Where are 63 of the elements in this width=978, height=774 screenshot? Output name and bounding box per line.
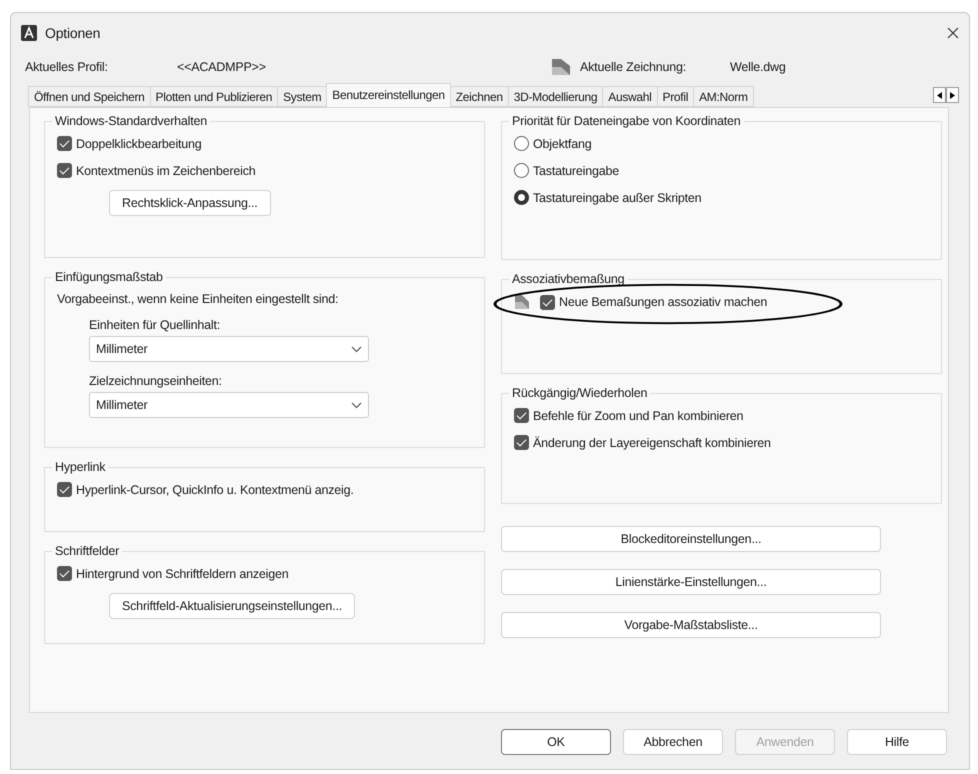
tab[interactable]: System xyxy=(277,86,328,107)
radio-button[interactable] xyxy=(514,136,529,151)
scroll-right-button[interactable] xyxy=(946,87,959,103)
settings-button[interactable]: Rechtsklick-Anpassung... xyxy=(109,190,271,216)
chevron-icon xyxy=(351,402,362,408)
group-title: Hyperlink xyxy=(54,460,106,474)
group-title: Assoziativbemaßung xyxy=(511,272,626,286)
close-icon[interactable] xyxy=(947,27,959,39)
radio-label: Tastatureingabe außer Skripten xyxy=(533,190,702,204)
right-arrow-icon xyxy=(950,92,955,98)
checkbox-label: Änderung der Layereigenschaft kombinieren xyxy=(533,436,771,450)
checkbox-label: Doppelklickbearbeitung xyxy=(76,136,202,150)
dialog-button[interactable]: Abbrechen xyxy=(623,729,723,755)
group-title: Einfügungsmaßstab xyxy=(54,270,164,284)
profile-value: <<ACADMPP>> xyxy=(177,60,267,74)
group-title: Priorität für Dateneingabe von Koordinaten xyxy=(511,114,742,128)
group-title: Windows-Standardverhalten xyxy=(54,114,208,128)
settings-button[interactable]: Schriftfeld-Aktualisierungseinstellungen... xyxy=(109,593,355,619)
settings-button[interactable]: Linienstärke-Einstellungen... xyxy=(501,569,881,595)
units-dropdown[interactable]: Millimeter xyxy=(89,336,369,362)
checkbox[interactable] xyxy=(57,163,72,178)
field-label: Einheiten für Quellinhalt: xyxy=(89,318,221,332)
app-icon xyxy=(21,25,37,41)
tab[interactable]: AM:Norm xyxy=(693,86,754,107)
tab[interactable]: 3D-Modellierung xyxy=(508,86,604,107)
checkbox[interactable] xyxy=(57,482,72,497)
checkbox-label: Neue Bemaßungen assoziativ machen xyxy=(559,295,768,309)
group-title: Schriftfelder xyxy=(54,544,120,558)
checkbox[interactable] xyxy=(57,136,72,151)
tab[interactable]: Auswahl xyxy=(602,86,658,107)
settings-button[interactable]: Vorgabe-Maßstabsliste... xyxy=(501,612,881,638)
radio-label: Tastatureingabe xyxy=(533,164,619,178)
field-label: Zielzeichnungseinheiten: xyxy=(89,374,223,388)
units-dropdown[interactable]: Millimeter xyxy=(89,392,369,418)
dialog-button[interactable]: OK xyxy=(501,729,611,755)
checkbox-label: Hyperlink-Cursor, QuickInfo u. Kontextmenü anzeig. xyxy=(76,482,354,496)
drawing-icon xyxy=(552,59,570,75)
window-title: Optionen xyxy=(45,25,102,41)
radio-button[interactable] xyxy=(514,163,529,178)
checkbox-label: Befehle für Zoom und Pan kombinieren xyxy=(533,408,744,422)
checkbox[interactable] xyxy=(57,566,72,581)
hint-text: Vorgabeeinst., wenn keine Einheiten eingestellt sind: xyxy=(57,292,340,306)
dialog-button[interactable]: Hilfe xyxy=(847,729,947,755)
scroll-left-button[interactable] xyxy=(933,87,946,103)
chevron-icon xyxy=(351,346,362,352)
drawing-label: Aktuelle Zeichnung: xyxy=(580,60,687,74)
checkbox-label: Hintergrund von Schriftfeldern anzeigen xyxy=(76,566,288,580)
tab[interactable]: Öffnen und Speichern xyxy=(28,86,151,107)
tab[interactable]: Plotten und Publizieren xyxy=(150,86,278,107)
profile-label: Aktuelles Profil: xyxy=(25,60,109,74)
drawing-value: Welle.dwg xyxy=(730,60,786,74)
radio-button[interactable] xyxy=(514,190,529,205)
group-title: Rückgängig/Wiederholen xyxy=(511,386,648,400)
left-arrow-icon xyxy=(937,92,942,98)
checkbox-label: Kontextmenüs im Zeichenbereich xyxy=(76,164,256,178)
checkbox[interactable] xyxy=(540,294,555,310)
checkbox[interactable] xyxy=(514,408,529,423)
tab[interactable]: Zeichnen xyxy=(450,86,509,107)
radio-label: Objektfang xyxy=(533,136,592,150)
checkbox[interactable] xyxy=(514,435,529,450)
tab[interactable]: Benutzereinstellungen xyxy=(326,83,451,107)
settings-button[interactable]: Blockeditoreinstellungen... xyxy=(501,526,881,552)
tab[interactable]: Profil xyxy=(656,86,694,107)
